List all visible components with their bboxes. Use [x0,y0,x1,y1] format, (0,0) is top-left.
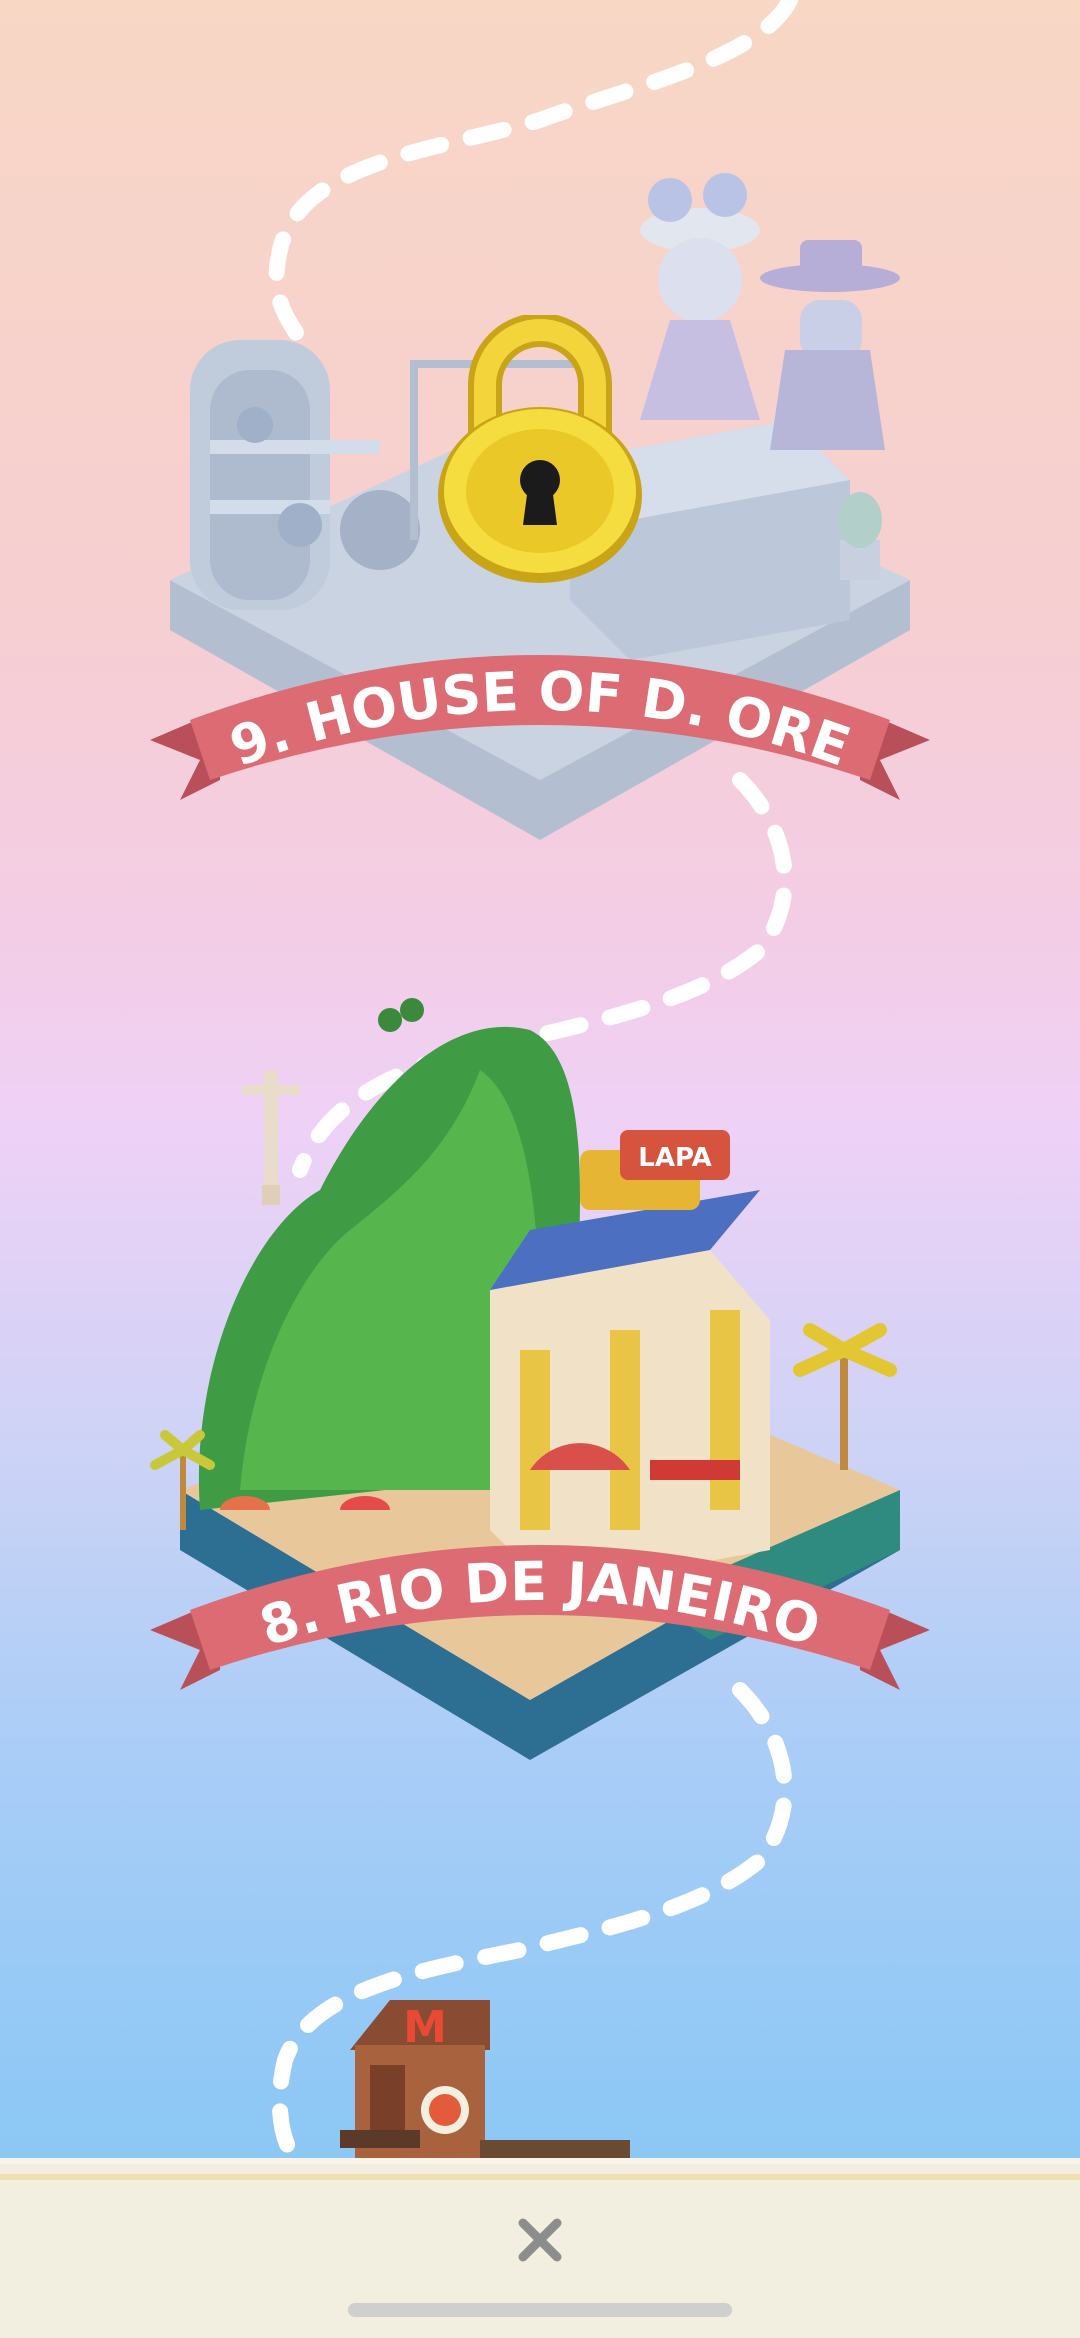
close-x-icon [518,2218,562,2262]
level-7-diorama: M [340,2000,630,2158]
level-7-island[interactable]: M [330,1990,630,2158]
padlock-icon [438,315,642,583]
map-screen: 9. HOUSE OF D. ORE LAPA 8. RIO DE JANEIR… [0,0,1080,2338]
lapa-sign: LAPA [638,1143,711,1173]
close-button[interactable] [500,2200,580,2280]
home-indicator [348,2303,732,2317]
level-8-island[interactable]: LAPA 8. RIO DE JANEIRO [150,990,930,1770]
level-9-title: 9. HOUSE OF D. ORE [222,660,858,779]
level-8-ribbon: 8. RIO DE JANEIRO [150,1545,930,1690]
level-8-title: 8. RIO DE JANEIRO [252,1550,827,1659]
level-9-island[interactable]: 9. HOUSE OF D. ORE [150,160,930,860]
level-7-sign: M [403,2002,447,2053]
level-9-ribbon: 9. HOUSE OF D. ORE [150,655,930,800]
